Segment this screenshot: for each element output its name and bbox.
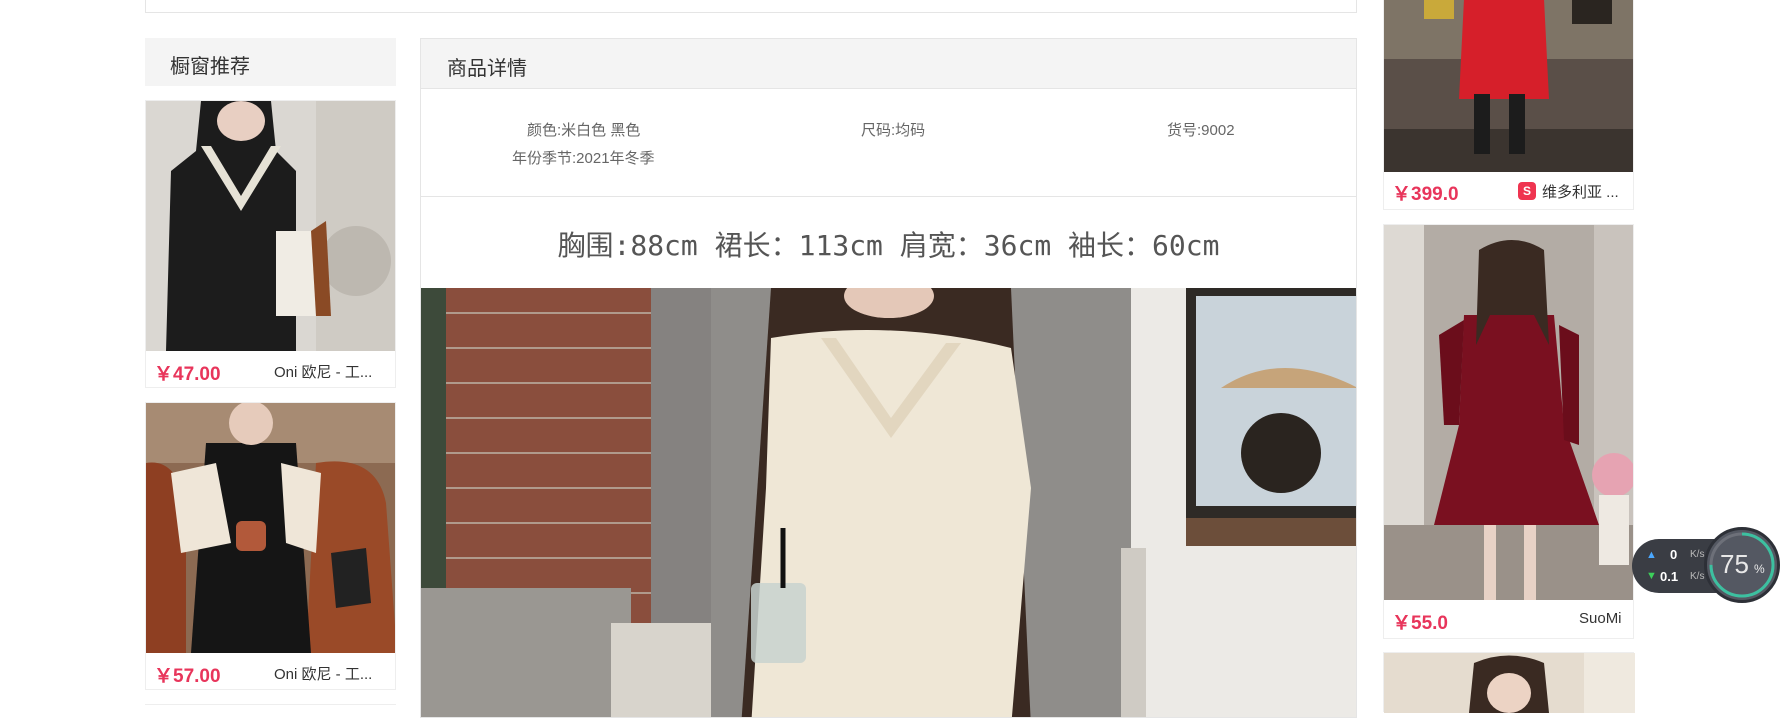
upload-speed: 0 — [1670, 547, 1678, 562]
product-price: ￥399.0 — [1392, 184, 1459, 205]
upload-unit: K/s — [1690, 549, 1705, 560]
product-image[interactable] — [1384, 225, 1633, 600]
usage-percent: 75 — [1720, 549, 1749, 579]
attr-color: 颜色:米白色 黑色 — [527, 122, 641, 139]
sidebar-header: 橱窗推荐 — [145, 38, 396, 86]
usage-gauge[interactable]: 75 % — [1704, 527, 1780, 603]
product-image[interactable] — [146, 101, 395, 351]
sidebar-title: 橱窗推荐 — [170, 56, 250, 78]
product-detail-panel: 商品详情 颜色:米白色 黑色 年份季节:2021年冬季 尺码:均码 货号:900… — [420, 38, 1357, 718]
download-arrow-icon: ▼ — [1646, 570, 1657, 582]
product-price: ￥47.00 — [154, 364, 221, 385]
size-measurements: 胸围:88cm 裙长：113cm 肩宽：36cm 袖长：60cm — [557, 229, 1220, 262]
divider — [421, 196, 1356, 197]
product-price: ￥57.00 — [154, 666, 221, 687]
attr-sku: 货号:9002 — [1167, 122, 1235, 139]
detail-title: 商品详情 — [447, 58, 527, 80]
product-price: ￥55.0 — [1392, 613, 1448, 634]
product-image[interactable] — [1384, 0, 1633, 172]
detail-image — [421, 274, 1356, 717]
sidebar-next-card — [145, 704, 396, 708]
top-panel — [145, 0, 1357, 13]
detail-header: 商品详情 — [421, 39, 1356, 89]
shop-name[interactable]: SuoMi — [1579, 610, 1629, 627]
upload-arrow-icon: ▲ — [1646, 549, 1657, 561]
right-product-card[interactable]: ￥55.0 SuoMi — [1383, 224, 1634, 639]
percent-sign: % — [1754, 562, 1765, 576]
shop-name[interactable]: Oni 欧尼 - 工... — [274, 663, 386, 684]
sidebar-product-card[interactable]: ￥47.00 Oni 欧尼 - 工... — [145, 100, 396, 388]
network-speed-widget[interactable]: ▲ 0 K/s ▼ 0.1 K/s 75 % — [1632, 527, 1782, 603]
sidebar-product-card[interactable]: ￥57.00 Oni 欧尼 - 工... — [145, 402, 396, 690]
product-image[interactable] — [146, 403, 395, 653]
shop-name[interactable]: Oni 欧尼 - 工... — [274, 361, 386, 382]
right-product-card[interactable] — [1383, 652, 1635, 713]
download-speed: 0.1 — [1660, 569, 1679, 584]
download-unit: K/s — [1690, 571, 1705, 582]
shop-name[interactable]: 维多利亚 ... — [1542, 181, 1627, 202]
right-product-card[interactable]: ￥399.0 S 维多利亚 ... — [1383, 0, 1634, 210]
shop-badge-icon: S — [1518, 182, 1536, 200]
attr-season: 年份季节:2021年冬季 — [512, 150, 655, 167]
attr-size: 尺码:均码 — [861, 122, 926, 139]
